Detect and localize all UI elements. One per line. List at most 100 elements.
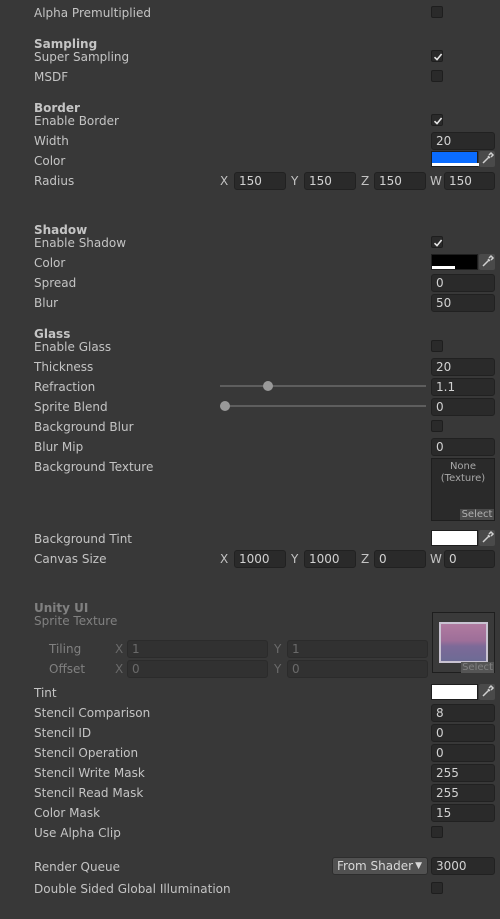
checkmark-icon (433, 53, 443, 61)
radius-w-axis-label: W (430, 174, 442, 188)
blur-mip-label: Blur Mip (34, 440, 84, 454)
enable-glass-label: Enable Glass (34, 340, 112, 354)
offset-x-field[interactable]: 0 (127, 660, 268, 678)
msdf-label: MSDF (34, 70, 69, 84)
texture-none-text: None (449, 461, 477, 472)
offset-y-axis-label: Y (274, 662, 282, 676)
offset-x-axis-label: X (115, 662, 124, 676)
border-radius-label: Radius (34, 174, 75, 188)
tiling-x-axis-label: X (115, 642, 124, 656)
canvas-z-field[interactable]: 0 (374, 550, 426, 568)
offset-y-field[interactable]: 0 (287, 660, 428, 678)
enable-border-label: Enable Border (34, 114, 119, 128)
border-width-label: Width (34, 134, 69, 148)
stencil-id-field[interactable]: 0 (431, 724, 495, 742)
shadow-spread-field[interactable]: 0 (431, 274, 495, 292)
render-queue-field[interactable]: 3000 (431, 857, 495, 875)
canvas-x-field[interactable]: 1000 (234, 550, 286, 568)
radius-w-field[interactable]: 150 (444, 172, 495, 190)
tiling-y-axis-label: Y (274, 642, 282, 656)
canvas-x-axis-label: X (220, 552, 229, 566)
enable-shadow-label: Enable Shadow (34, 236, 127, 250)
stencil-id-label: Stencil ID (34, 726, 92, 740)
blur-mip-field[interactable]: 0 (431, 438, 495, 456)
background-blur-checkbox[interactable] (431, 420, 443, 432)
canvas-y-axis-label: Y (291, 552, 299, 566)
radius-x-field[interactable]: 150 (234, 172, 286, 190)
shadow-spread-label: Spread (34, 276, 77, 290)
refraction-field[interactable]: 1.1 (431, 378, 495, 396)
shadow-blur-field[interactable]: 50 (431, 294, 495, 312)
sprite-blend-slider-track[interactable] (220, 405, 426, 407)
use-alpha-clip-checkbox[interactable] (431, 826, 443, 838)
sprite-blend-label: Sprite Blend (34, 400, 108, 414)
tint-label: Tint (34, 686, 57, 700)
thickness-label: Thickness (34, 360, 94, 374)
eyedropper-icon[interactable] (479, 254, 495, 270)
enable-border-checkbox[interactable] (431, 114, 443, 126)
tint-swatch[interactable] (431, 684, 478, 700)
background-texture-slot[interactable]: None (Texture) Select (431, 458, 495, 521)
eyedropper-icon[interactable] (479, 530, 495, 546)
tiling-label: Tiling (49, 642, 82, 656)
texture-type-text: (Texture) (440, 473, 486, 484)
border-color-swatch[interactable] (431, 151, 479, 167)
eyedropper-icon[interactable] (479, 151, 495, 167)
refraction-slider-handle[interactable] (263, 381, 274, 391)
enable-glass-checkbox[interactable] (431, 340, 443, 352)
canvas-size-label: Canvas Size (34, 552, 107, 566)
eyedropper-icon[interactable] (479, 684, 495, 700)
double-sided-gi-checkbox[interactable] (431, 882, 443, 894)
stencil-read-mask-field[interactable]: 255 (431, 784, 495, 802)
thickness-field[interactable]: 20 (431, 358, 495, 376)
stencil-read-mask-label: Stencil Read Mask (34, 786, 144, 800)
chevron-down-icon: ▼ (415, 861, 422, 871)
tiling-x-field[interactable]: 1 (127, 640, 268, 658)
canvas-w-axis-label: W (430, 552, 442, 566)
refraction-label: Refraction (34, 380, 96, 394)
sprite-texture-slot[interactable]: Select (432, 612, 495, 673)
double-sided-gi-label: Double Sided Global Illumination (34, 882, 231, 896)
canvas-z-axis-label: Z (361, 552, 370, 566)
border-width-field[interactable]: 20 (431, 132, 495, 150)
radius-z-field[interactable]: 150 (374, 172, 426, 190)
offset-label: Offset (49, 662, 86, 676)
sprite-texture-select-button[interactable]: Select (461, 662, 494, 673)
sprite-blend-slider-handle[interactable] (220, 401, 230, 411)
stencil-operation-field[interactable]: 0 (431, 744, 495, 762)
sprite-texture-preview (439, 622, 488, 663)
radius-y-field[interactable]: 150 (304, 172, 356, 190)
stencil-write-mask-field[interactable]: 255 (431, 764, 495, 782)
super-sampling-label: Super Sampling (34, 50, 130, 64)
msdf-checkbox[interactable] (431, 70, 443, 82)
background-blur-label: Background Blur (34, 420, 134, 434)
render-queue-dropdown[interactable]: From Shader ▼ (332, 857, 428, 875)
color-mask-field[interactable]: 15 (431, 804, 495, 822)
alpha-premultiplied-label: Alpha Premultiplied (34, 6, 151, 20)
refraction-slider-track[interactable] (220, 385, 426, 387)
render-queue-mode: From Shader (337, 859, 414, 873)
background-tint-swatch[interactable] (431, 530, 478, 546)
use-alpha-clip-label: Use Alpha Clip (34, 826, 121, 840)
stencil-write-mask-label: Stencil Write Mask (34, 766, 145, 780)
shadow-color-label: Color (34, 256, 66, 270)
render-queue-label: Render Queue (34, 860, 120, 874)
checkmark-icon (433, 239, 443, 247)
background-texture-label: Background Texture (34, 460, 154, 474)
shadow-color-swatch[interactable] (431, 254, 478, 270)
tiling-y-field[interactable]: 1 (287, 640, 428, 658)
radius-y-axis-label: Y (291, 174, 299, 188)
texture-select-button[interactable]: Select (460, 509, 494, 520)
stencil-comparison-field[interactable]: 8 (431, 704, 495, 722)
enable-shadow-checkbox[interactable] (431, 236, 443, 248)
alpha-premultiplied-checkbox[interactable] (431, 6, 443, 18)
canvas-y-field[interactable]: 1000 (304, 550, 356, 568)
background-tint-label: Background Tint (34, 532, 133, 546)
radius-z-axis-label: Z (361, 174, 370, 188)
color-mask-label: Color Mask (34, 806, 101, 820)
canvas-w-field[interactable]: 0 (444, 550, 495, 568)
sprite-blend-field[interactable]: 0 (431, 398, 495, 416)
super-sampling-checkbox[interactable] (431, 50, 443, 62)
checkmark-icon (433, 117, 443, 125)
stencil-operation-label: Stencil Operation (34, 746, 139, 760)
